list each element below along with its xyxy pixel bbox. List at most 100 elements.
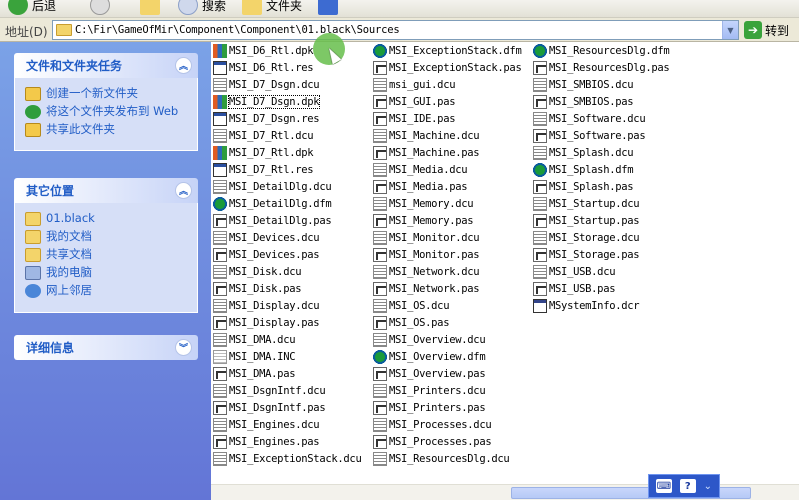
- file-item[interactable]: MSI_D6_Rtl.res: [213, 59, 361, 76]
- file-item[interactable]: MSI_DMA.pas: [213, 365, 361, 382]
- file-item[interactable]: MSI_USB.dcu: [533, 263, 669, 280]
- file-item[interactable]: MSI_Splash.dcu: [533, 144, 669, 161]
- place-network[interactable]: 网上邻居: [25, 283, 189, 298]
- file-item[interactable]: MSI_Software.pas: [533, 127, 669, 144]
- file-item[interactable]: MSI_Monitor.dcu: [373, 229, 521, 246]
- file-item[interactable]: MSI_ResourcesDlg.pas: [533, 59, 670, 76]
- file-item[interactable]: MSI_Startup.pas: [533, 212, 669, 229]
- file-name: MSI_ExceptionStack.dfm: [389, 44, 522, 57]
- file-item[interactable]: MSI_D7_Dsgn.dcu: [213, 76, 361, 93]
- file-item[interactable]: MSI_IDE.pas: [373, 110, 521, 127]
- file-item[interactable]: MSI_Display.dcu: [213, 297, 361, 314]
- file-item[interactable]: MSI_D7_Rtl.dpk: [213, 144, 361, 161]
- file-item[interactable]: MSI_Overview.dfm: [373, 348, 521, 365]
- file-item[interactable]: MSI_GUI.pas: [373, 93, 521, 110]
- file-item[interactable]: MSI_Startup.dcu: [533, 195, 669, 212]
- file-item[interactable]: MSI_Disk.pas: [213, 280, 361, 297]
- file-item[interactable]: MSI_ExceptionStack.dcu: [213, 450, 362, 467]
- file-item[interactable]: MSI_Engines.pas: [213, 433, 361, 450]
- folders-button[interactable]: 文件夹: [242, 0, 302, 16]
- details-header[interactable]: 详细信息 ︾: [14, 335, 198, 360]
- search-button[interactable]: 搜索: [178, 0, 226, 16]
- file-item[interactable]: MSI_Network.dcu: [373, 263, 521, 280]
- chevron-down-icon[interactable]: ⌄: [704, 481, 712, 492]
- file-item[interactable]: MSI_Splash.pas: [533, 178, 669, 195]
- file-item[interactable]: MSI_Monitor.pas: [373, 246, 521, 263]
- file-item[interactable]: MSI_DMA.dcu: [213, 331, 361, 348]
- expand-down-icon[interactable]: ︾: [175, 339, 192, 356]
- file-item[interactable]: MSI_ResourcesDlg.dfm: [533, 42, 670, 59]
- file-item[interactable]: MSI_ExceptionStack.pas: [373, 59, 522, 76]
- file-item[interactable]: MSI_OS.pas: [373, 314, 521, 331]
- file-item[interactable]: MSI_OS.dcu: [373, 297, 521, 314]
- file-item[interactable]: MSI_DetailDlg.pas: [213, 212, 361, 229]
- address-input[interactable]: C:\Fir\GameOfMir\Component\Component\01.…: [52, 20, 739, 40]
- file-item[interactable]: MSI_Memory.dcu: [373, 195, 521, 212]
- dpk-file-icon: [213, 94, 227, 109]
- dcu-file-icon: [213, 128, 227, 143]
- file-item[interactable]: MSI_ResourcesDlg.dcu: [373, 450, 521, 467]
- file-item[interactable]: MSI_Storage.pas: [533, 246, 669, 263]
- file-name: MSystemInfo.dcr: [549, 299, 640, 312]
- file-item[interactable]: MSI_DetailDlg.dfm: [213, 195, 361, 212]
- file-item[interactable]: MSI_Storage.dcu: [533, 229, 669, 246]
- file-name: MSI_DetailDlg.dfm: [229, 197, 332, 210]
- keyboard-icon[interactable]: ⌨: [655, 479, 672, 493]
- file-item[interactable]: MSI_Media.pas: [373, 178, 521, 195]
- file-item[interactable]: MSI_Engines.dcu: [213, 416, 361, 433]
- file-item[interactable]: MSI_Media.dcu: [373, 161, 521, 178]
- file-item[interactable]: MSI_Splash.dfm: [533, 161, 669, 178]
- pas-file-icon: [373, 366, 387, 381]
- file-item[interactable]: MSI_Processes.dcu: [373, 416, 521, 433]
- file-item[interactable]: MSI_Overview.pas: [373, 365, 521, 382]
- task-new-folder[interactable]: 创建一个新文件夹: [25, 86, 189, 101]
- file-item[interactable]: MSI_SMBIOS.pas: [533, 93, 669, 110]
- file-item[interactable]: MSI_DsgnIntf.dcu: [213, 382, 361, 399]
- file-item[interactable]: MSI_USB.pas: [533, 280, 669, 297]
- task-share-folder[interactable]: 共享此文件夹: [25, 122, 189, 137]
- other-places-header[interactable]: 其它位置 ︽: [14, 178, 198, 203]
- place-my-computer[interactable]: 我的电脑: [25, 265, 189, 280]
- go-button[interactable]: ➔ 转到: [744, 21, 789, 39]
- file-item[interactable]: MSI_D7_Dsgn.dpk: [213, 93, 361, 110]
- file-item[interactable]: MSI_Disk.dcu: [213, 263, 361, 280]
- file-item[interactable]: MSI_Devices.pas: [213, 246, 361, 263]
- task-publish-web[interactable]: 将这个文件夹发布到 Web: [25, 104, 189, 119]
- collapse-up-icon[interactable]: ︽: [175, 182, 192, 199]
- file-item[interactable]: MSystemInfo.dcr: [533, 297, 669, 314]
- collapse-up-icon[interactable]: ︽: [175, 57, 192, 74]
- file-item[interactable]: MSI_Machine.pas: [373, 144, 521, 161]
- file-item[interactable]: MSI_Display.pas: [213, 314, 361, 331]
- place-my-documents[interactable]: 我的文档: [25, 229, 189, 244]
- file-item[interactable]: MSI_DsgnIntf.pas: [213, 399, 361, 416]
- file-item[interactable]: MSI_Memory.pas: [373, 212, 521, 229]
- file-item[interactable]: msi_gui.dcu: [373, 76, 521, 93]
- up-button[interactable]: [140, 0, 160, 16]
- place-shared-documents[interactable]: 共享文档: [25, 247, 189, 262]
- pas-file-icon: [213, 400, 227, 415]
- file-item[interactable]: MSI_D7_Dsgn.res: [213, 110, 361, 127]
- file-folder-tasks-header[interactable]: 文件和文件夹任务 ︽: [14, 53, 198, 78]
- place-01-black[interactable]: 01.black: [25, 211, 189, 226]
- file-item[interactable]: MSI_Processes.pas: [373, 433, 521, 450]
- file-item[interactable]: MSI_SMBIOS.dcu: [533, 76, 669, 93]
- back-button[interactable]: 后退: [8, 0, 56, 16]
- file-item[interactable]: MSI_DMA.INC: [213, 348, 361, 365]
- file-item[interactable]: MSI_Software.dcu: [533, 110, 669, 127]
- address-dropdown-button[interactable]: ▼: [722, 21, 738, 39]
- file-item[interactable]: MSI_Devices.dcu: [213, 229, 361, 246]
- pas-file-icon: [373, 434, 387, 449]
- file-item[interactable]: MSI_Overview.dcu: [373, 331, 521, 348]
- file-item[interactable]: MSI_Network.pas: [373, 280, 521, 297]
- file-name: MSI_Processes.dcu: [389, 418, 492, 431]
- file-item[interactable]: MSI_Printers.dcu: [373, 382, 521, 399]
- file-item[interactable]: MSI_Printers.pas: [373, 399, 521, 416]
- forward-button[interactable]: [90, 0, 110, 16]
- file-item[interactable]: MSI_Machine.dcu: [373, 127, 521, 144]
- views-button[interactable]: [318, 0, 338, 16]
- file-item[interactable]: MSI_DetailDlg.dcu: [213, 178, 361, 195]
- help-icon[interactable]: ?: [679, 479, 696, 493]
- file-item[interactable]: MSI_D7_Rtl.dcu: [213, 127, 361, 144]
- file-item[interactable]: MSI_ExceptionStack.dfm: [373, 42, 522, 59]
- file-item[interactable]: MSI_D7_Rtl.res: [213, 161, 361, 178]
